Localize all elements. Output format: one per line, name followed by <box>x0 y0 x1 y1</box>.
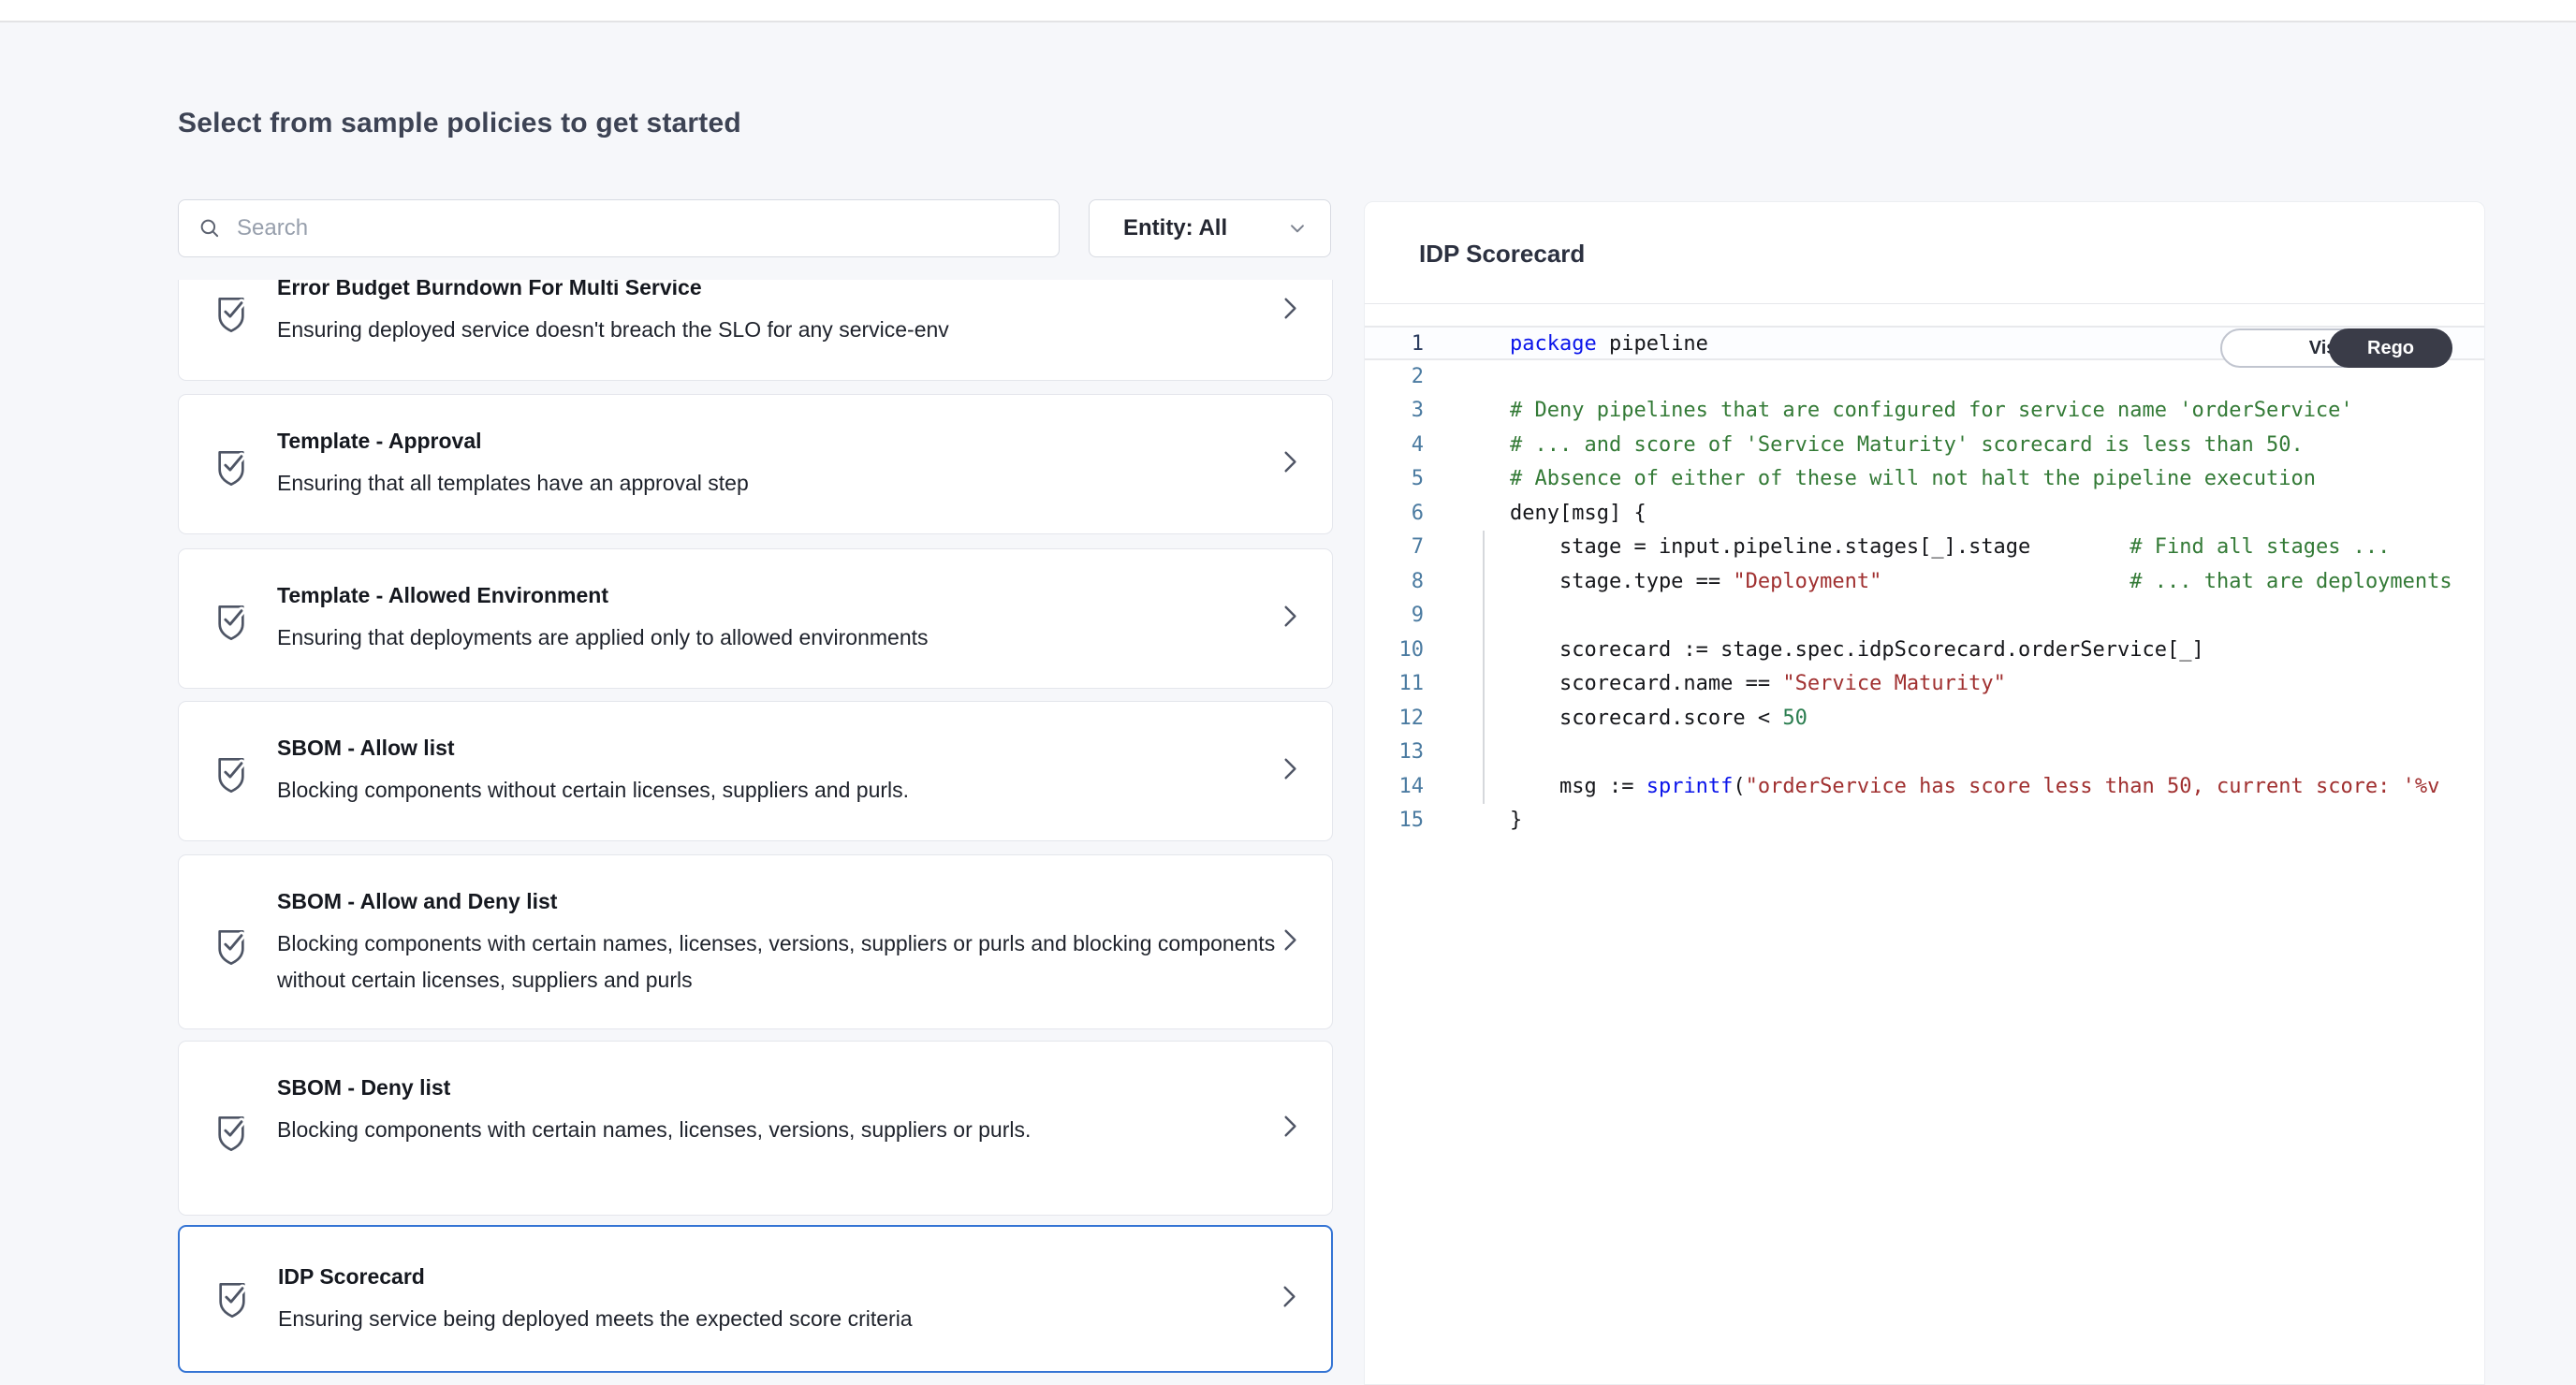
policy-text: SBOM - Deny list Blocking components wit… <box>179 1075 1332 1148</box>
code-line-row: 11 scorecard.name == "Service Maturity" <box>1365 667 2484 702</box>
policy-card[interactable]: SBOM - Allow list Blocking components wi… <box>178 701 1333 841</box>
shield-check-icon <box>212 754 250 800</box>
code-line-content: # Deny pipelines that are configured for… <box>1510 394 2353 429</box>
editor-mode-toggle: Visual Rego <box>2220 328 2452 368</box>
chevron-down-icon <box>1285 216 1310 241</box>
toggle-rego-button[interactable]: Rego <box>2329 328 2452 368</box>
line-number: 15 <box>1365 804 1424 838</box>
line-number: 8 <box>1365 565 1424 600</box>
code-line-content: stage.type == "Deployment" # ... that ar… <box>1510 565 2452 600</box>
code-line-content: package pipeline <box>1510 328 1708 362</box>
panel-divider <box>1365 303 2484 304</box>
policy-text: SBOM - Allow and Deny list Blocking comp… <box>179 889 1332 999</box>
policy-card[interactable]: Template - Approval Ensuring that all te… <box>178 394 1333 534</box>
code-line-row: 10 scorecard := stage.spec.idpScorecard.… <box>1365 634 2484 668</box>
detail-title: IDP Scorecard <box>1419 240 1585 269</box>
policy-text: Template - Allowed Environment Ensuring … <box>179 583 1332 656</box>
code-line-content: scorecard.score < 50 <box>1510 702 1808 736</box>
chevron-right-icon <box>1278 754 1302 789</box>
code-line-row: 6 deny[msg] { <box>1365 497 2484 532</box>
shield-check-icon <box>212 926 250 972</box>
line-number: 3 <box>1365 394 1424 429</box>
policy-description: Ensuring deployed service doesn't breach… <box>277 312 1283 348</box>
search-icon <box>198 216 222 241</box>
line-number: 5 <box>1365 462 1424 497</box>
policy-title: Error Budget Burndown For Multi Service <box>277 280 1332 300</box>
line-number: 6 <box>1365 497 1424 532</box>
line-number: 11 <box>1365 667 1424 702</box>
shield-check-icon <box>212 294 250 340</box>
search-input[interactable] <box>235 214 1059 242</box>
chevron-right-icon <box>1278 294 1302 328</box>
policy-card[interactable]: Template - Allowed Environment Ensuring … <box>178 548 1333 689</box>
policy-description: Ensuring that deployments are applied on… <box>277 620 1283 656</box>
policy-description: Blocking components with certain names, … <box>277 926 1283 999</box>
policy-card[interactable]: IDP Scorecard Ensuring service being dep… <box>178 1225 1333 1373</box>
policy-title: Template - Allowed Environment <box>277 583 1332 608</box>
line-number: 2 <box>1365 360 1424 395</box>
code-line-row: 13 <box>1365 736 2484 770</box>
policy-text: Error Budget Burndown For Multi Service … <box>179 280 1332 348</box>
code-line-content: scorecard.name == "Service Maturity" <box>1510 667 2006 702</box>
shield-check-icon <box>213 1279 251 1325</box>
policy-text: SBOM - Allow list Blocking components wi… <box>179 736 1332 809</box>
shield-check-icon <box>212 1113 250 1159</box>
search-box[interactable] <box>178 199 1060 257</box>
line-number: 4 <box>1365 429 1424 463</box>
indent-guide <box>1483 531 1485 804</box>
code-line-content: deny[msg] { <box>1510 497 1647 532</box>
entity-filter-label: Entity: All <box>1123 215 1227 241</box>
policy-card[interactable]: SBOM - Allow and Deny list Blocking comp… <box>178 854 1333 1029</box>
policy-description: Blocking components without certain lice… <box>277 772 1283 809</box>
code-line-content: msg := sprintf("orderService has score l… <box>1510 770 2439 805</box>
rego-code-editor[interactable]: 1 package pipeline 23 # Deny pipelines that… <box>1365 326 2484 1384</box>
code-line-content: } <box>1510 804 1522 838</box>
policy-title: SBOM - Allow and Deny list <box>277 889 1332 914</box>
code-line-row: 5 # Absence of either of these will not h… <box>1365 462 2484 497</box>
entity-filter-dropdown[interactable]: Entity: All <box>1089 199 1331 257</box>
policy-card[interactable]: Error Budget Burndown For Multi Service … <box>178 280 1333 381</box>
line-number: 7 <box>1365 531 1424 565</box>
code-line-row: 7 stage = input.pipeline.stages[_].stage… <box>1365 531 2484 565</box>
chevron-right-icon <box>1278 925 1302 959</box>
code-line-row: 15} <box>1365 804 2484 838</box>
policy-list: Error Budget Burndown For Multi Service … <box>178 280 1333 1385</box>
policy-description: Ensuring service being deployed meets th… <box>278 1301 1284 1337</box>
code-line-content: stage = input.pipeline.stages[_].stage #… <box>1510 531 2390 565</box>
code-line-row: 3 # Deny pipelines that are configured fo… <box>1365 394 2484 429</box>
chevron-right-icon <box>1278 447 1302 482</box>
code-line-content: scorecard := stage.spec.idpScorecard.ord… <box>1510 634 2204 668</box>
line-number: 14 <box>1365 770 1424 805</box>
line-number: 10 <box>1365 634 1424 668</box>
policy-description: Blocking components with certain names, … <box>277 1112 1283 1148</box>
policy-detail-panel: IDP Scorecard 1 package pipeline 23 # Deny … <box>1364 201 2485 1385</box>
policy-title: SBOM - Deny list <box>277 1075 1332 1101</box>
policy-title: SBOM - Allow list <box>277 736 1332 761</box>
policy-title: Template - Approval <box>277 429 1332 454</box>
code-line-content: # ... and score of 'Service Maturity' sc… <box>1510 429 2304 463</box>
line-number: 9 <box>1365 599 1424 634</box>
policy-text: IDP Scorecard Ensuring service being dep… <box>180 1264 1331 1337</box>
code-line-row: 8 stage.type == "Deployment" # ... that … <box>1365 565 2484 600</box>
line-number: 12 <box>1365 702 1424 736</box>
chevron-right-icon <box>1278 1111 1302 1145</box>
code-line-row: 12 scorecard.score < 50 <box>1365 702 2484 736</box>
chevron-right-icon <box>1278 602 1302 636</box>
line-number: 13 <box>1365 736 1424 770</box>
policy-text: Template - Approval Ensuring that all te… <box>179 429 1332 502</box>
code-line-row: 9 <box>1365 599 2484 634</box>
policy-card[interactable]: SBOM - Deny list Blocking components wit… <box>178 1041 1333 1216</box>
code-line-row: 14 msg := sprintf("orderService has scor… <box>1365 770 2484 805</box>
shield-check-icon <box>212 447 250 493</box>
line-number: 1 <box>1365 328 1424 362</box>
page-title: Select from sample policies to get start… <box>178 108 741 139</box>
top-bar <box>0 0 2576 22</box>
shield-check-icon <box>212 602 250 648</box>
code-line-content: # Absence of either of these will not ha… <box>1510 462 2316 497</box>
policy-description: Ensuring that all templates have an appr… <box>277 465 1283 502</box>
policy-title: IDP Scorecard <box>278 1264 1331 1290</box>
chevron-right-icon <box>1277 1282 1301 1317</box>
code-line-row: 4 # ... and score of 'Service Maturity' s… <box>1365 429 2484 463</box>
